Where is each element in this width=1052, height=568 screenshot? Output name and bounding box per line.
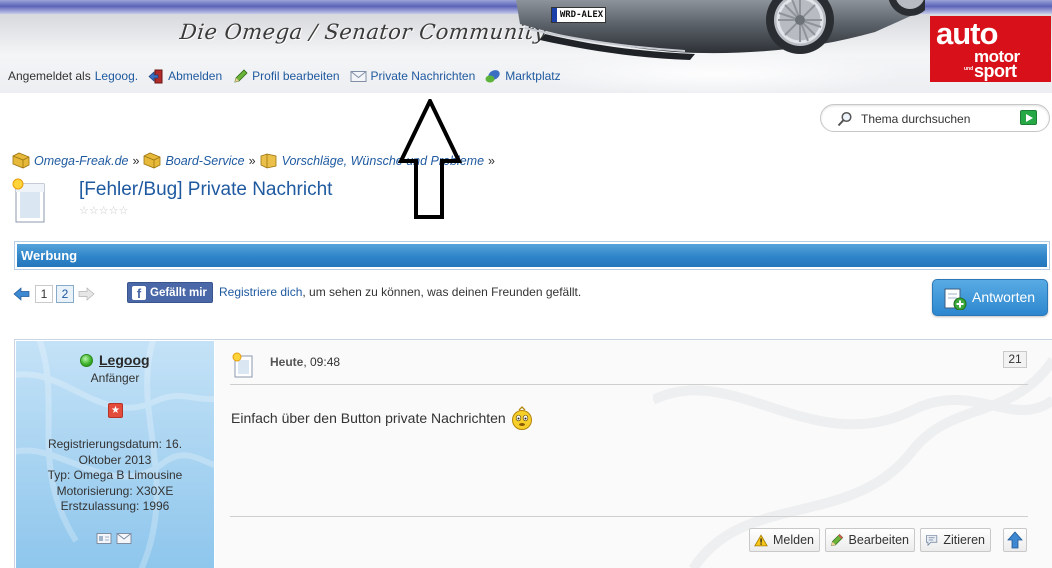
send-message-icon[interactable] — [116, 532, 132, 545]
page-1-link[interactable]: 1 — [35, 285, 53, 303]
annotation-arrow-up-icon — [397, 99, 463, 219]
logo-line-und: und — [964, 66, 974, 72]
license-plate: WRD-ALEX — [551, 7, 606, 23]
pencil-icon — [234, 68, 248, 83]
user-bar: Angemeldet als Legoog. Abmelden Profil b… — [8, 68, 561, 84]
author-info-line: Erstzulassung: 1996 — [60, 499, 170, 513]
post-message: Einfach über den Button private Nachrich… — [231, 405, 534, 431]
quote-bubble-icon — [926, 535, 938, 547]
edit-label: Bearbeiten — [848, 533, 909, 547]
private-messages-label: Private Nachrichten — [370, 69, 476, 83]
breadcrumb-separator: » — [488, 153, 495, 168]
author-info-line: Motorisierung: X30XE — [56, 483, 174, 498]
author-info-line: Registrierungsdatum: 16. — [47, 437, 183, 451]
marketplace-icon — [485, 69, 500, 82]
arrow-up-icon — [1007, 531, 1023, 549]
warning-icon — [754, 533, 768, 546]
logo-line-sport: sport — [974, 61, 1017, 81]
thread-document-icon — [12, 178, 45, 223]
breadcrumb-separator: » — [132, 153, 140, 168]
breadcrumb-board-service[interactable]: Board-Service — [143, 152, 245, 169]
post-footer-divider — [230, 516, 1028, 517]
author-contact-icons — [96, 532, 132, 545]
logout-link[interactable]: Abmelden — [148, 69, 222, 84]
current-user-link[interactable]: Legoog. — [95, 69, 138, 83]
facebook-register-text: Registriere dich, um sehen zu können, wa… — [219, 285, 581, 299]
page-2-current[interactable]: 2 — [56, 285, 74, 303]
edit-button[interactable]: Bearbeiten — [825, 528, 915, 552]
logged-in-label: Angemeldet als — [8, 69, 91, 83]
previous-page-icon[interactable] — [13, 287, 30, 301]
post-number[interactable]: 21 — [1003, 351, 1027, 368]
rank-badge-icon — [108, 403, 123, 418]
breadcrumb-board-service-label: Board-Service — [165, 153, 245, 168]
thread-title: [Fehler/Bug] Private Nachricht — [79, 179, 333, 200]
site-title: Die Omega / Senator Community — [178, 20, 548, 44]
pagination: 1 2 — [13, 284, 95, 304]
post-message-text: Einfach über den Button private Nachrich… — [231, 410, 506, 426]
search-icon — [837, 111, 852, 127]
author-info-line: Oktober 2013 — [78, 452, 152, 467]
next-page-icon[interactable] — [78, 287, 95, 301]
facebook-like-label: Gefällt mir — [150, 286, 207, 299]
thread-rating[interactable]: ☆☆☆☆☆ — [79, 204, 128, 217]
post-author-sidebar: Legoog Anfänger Registrierungsdatum: 16.… — [16, 341, 214, 568]
post-divider — [230, 384, 1028, 385]
category-folder-icon — [144, 152, 161, 169]
werbung-label: Werbung — [21, 248, 78, 263]
private-messages-link[interactable]: Private Nachrichten — [350, 69, 476, 83]
scroll-to-top-button[interactable] — [1003, 528, 1027, 552]
edit-pencil-icon — [831, 533, 844, 546]
smiley-icon — [511, 406, 532, 430]
reply-label: Antworten — [972, 289, 1036, 305]
new-reply-icon — [944, 288, 967, 310]
author-info: Registrierungsdatum: 16. Oktober 2013 Ty… — [22, 437, 208, 515]
post: Legoog Anfänger Registrierungsdatum: 16.… — [14, 339, 1052, 568]
facebook-icon: f — [132, 285, 146, 301]
register-link[interactable]: Registriere dich — [219, 285, 302, 299]
report-button[interactable]: Melden — [749, 528, 820, 552]
marketplace-link[interactable]: Marktplatz — [485, 69, 561, 84]
site-header: Die Omega / Senator Community WRD-ALEX a… — [0, 0, 1052, 93]
post-date-time: , 09:48 — [303, 355, 341, 369]
home-folder-icon — [12, 152, 30, 169]
author-username[interactable]: Legoog — [99, 352, 150, 368]
logout-icon — [148, 69, 163, 83]
logout-label: Abmelden — [168, 69, 223, 83]
post-date: Heute, 09:48 — [270, 355, 340, 369]
edit-profile-label: Profil bearbeiten — [252, 69, 340, 83]
register-text-rest: , um sehen zu können, was deinen Freunde… — [302, 285, 582, 299]
auto-motor-sport-logo[interactable]: auto motor und sport — [930, 16, 1051, 82]
marketplace-label: Marktplatz — [505, 69, 561, 83]
search-label: Thema durchsuchen — [861, 112, 971, 126]
online-status-icon — [80, 354, 93, 367]
facebook-like-button[interactable]: f Gefällt mir — [127, 282, 213, 303]
report-label: Melden — [773, 533, 814, 547]
envelope-icon — [350, 70, 367, 82]
thread-search[interactable]: Thema durchsuchen — [820, 104, 1050, 132]
werbung-bar: Werbung — [14, 241, 1050, 270]
quote-label: Zitieren — [943, 533, 985, 547]
author-info-line: Typ: Omega B Limousine — [47, 468, 183, 482]
logo-line-auto: auto — [936, 16, 998, 51]
post-date-day: Heute — [270, 355, 304, 369]
breadcrumb-home-label: Omega-Freak.de — [34, 153, 129, 168]
profile-card-icon[interactable] — [96, 532, 112, 545]
breadcrumb-separator: » — [248, 153, 256, 168]
reply-button[interactable]: Antworten — [932, 279, 1048, 316]
search-submit-button[interactable] — [1020, 110, 1037, 125]
edit-profile-link[interactable]: Profil bearbeiten — [232, 68, 340, 84]
breadcrumb-home[interactable]: Omega-Freak.de — [12, 152, 128, 169]
post-document-icon — [232, 352, 253, 378]
werbung-bar-fill — [17, 244, 1047, 267]
author-rank: Anfänger — [90, 371, 140, 385]
quote-button[interactable]: Zitieren — [920, 528, 991, 552]
folder-icon — [260, 153, 276, 169]
post-body: Heute, 09:48 21 Einfach über den Button … — [215, 340, 1052, 568]
